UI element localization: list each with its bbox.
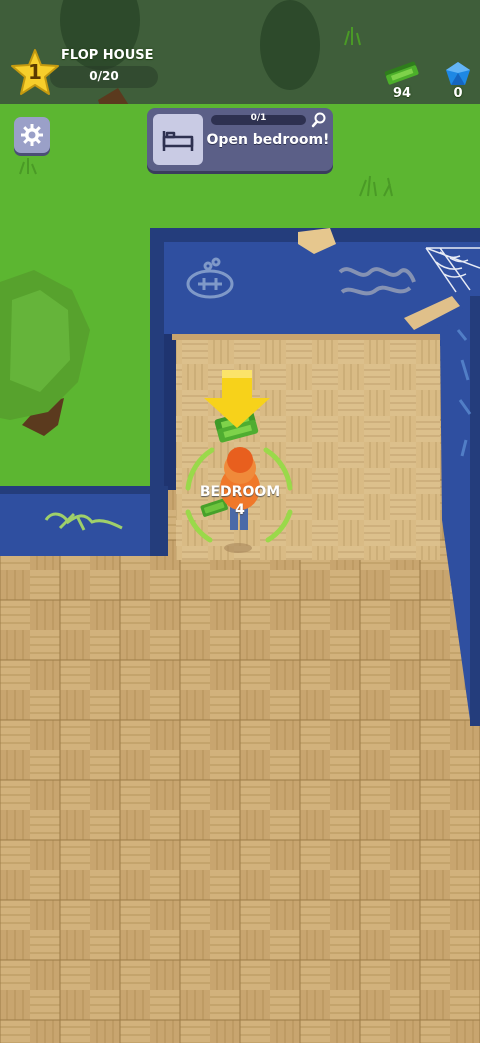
gem-counter: 0 [436, 60, 480, 101]
room-unlock-label: BEDROOM [199, 484, 281, 500]
gear-icon [21, 124, 43, 146]
quest-label: Open bedroom! [206, 132, 330, 148]
cash-counter: 94 [380, 60, 424, 101]
room-unlock-price: 4 [235, 502, 245, 518]
gem-value: 0 [453, 86, 463, 101]
level-progress-text: 0/20 [89, 69, 119, 83]
magnifier-icon[interactable] [311, 112, 327, 128]
cash-value: 94 [392, 86, 412, 101]
quest-icon-box [153, 114, 203, 165]
settings-button[interactable] [14, 117, 50, 153]
gem-icon [446, 62, 470, 85]
cash-icon [384, 61, 419, 85]
quest-panel[interactable]: 0/1 Open bedroom! [147, 108, 333, 171]
level-number: 1 [28, 60, 42, 84]
level-badge: 0/20 1 FLOP HOUSE [10, 48, 160, 98]
level-progress-bar: 0/20 [50, 66, 158, 88]
level-title: FLOP HOUSE [61, 48, 154, 63]
quest-progress-text: 0/1 [250, 113, 267, 123]
bed-icon [162, 130, 194, 151]
